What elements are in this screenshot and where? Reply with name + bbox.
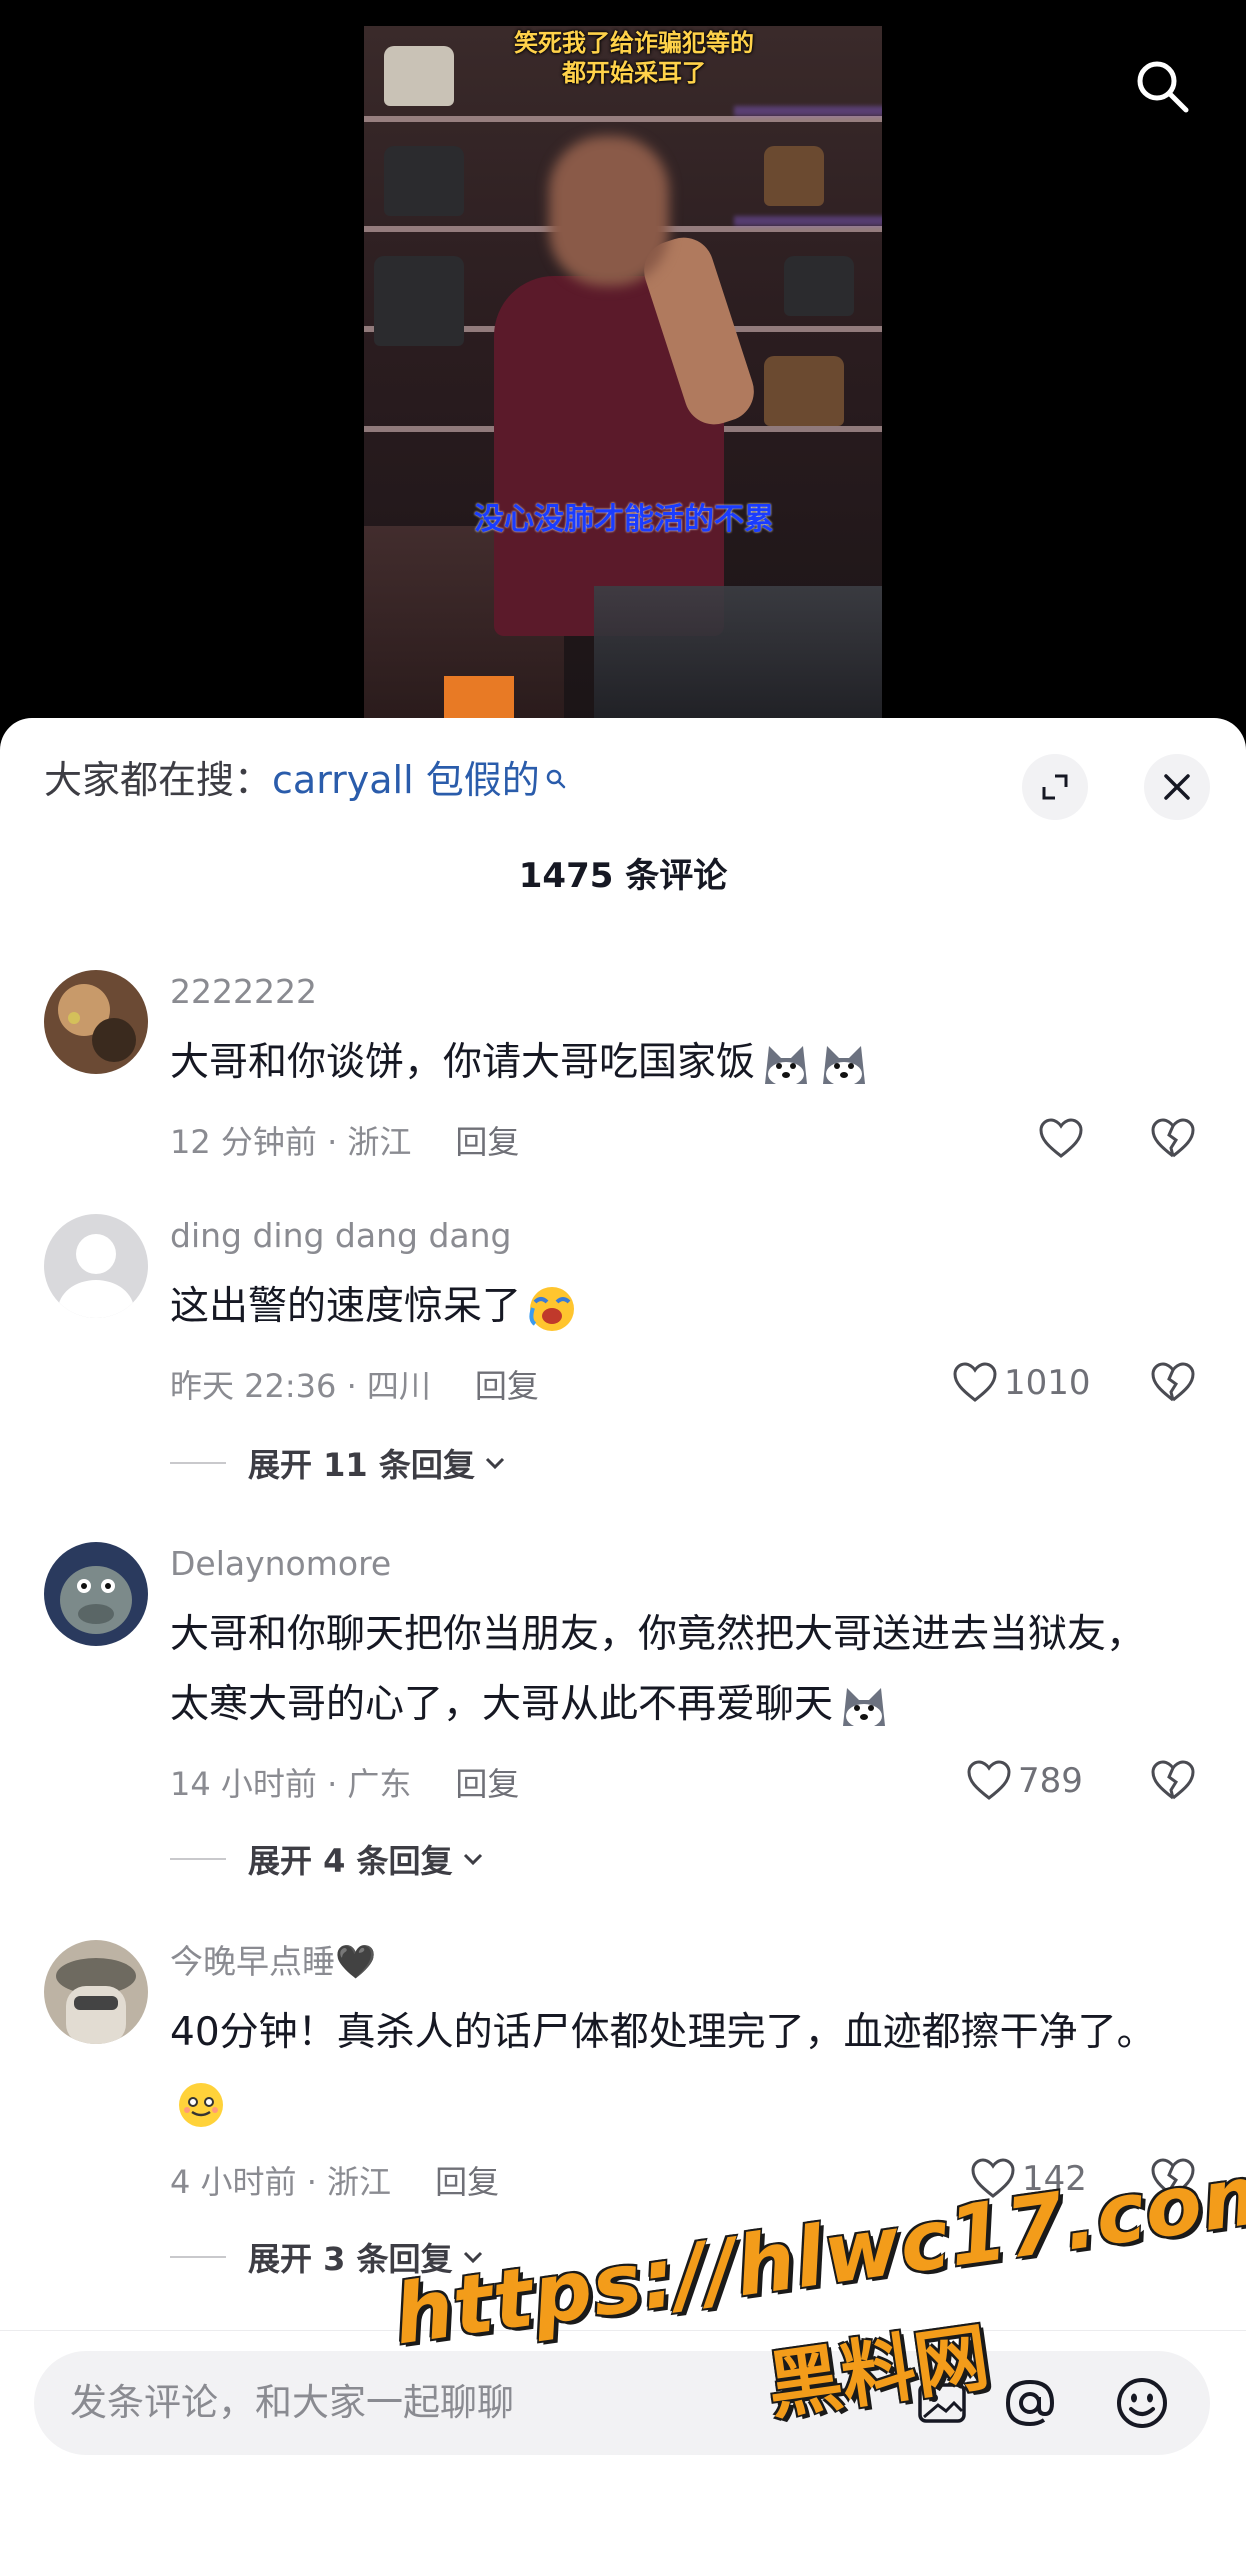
comment-username[interactable]: Delaynomore — [170, 1542, 391, 1586]
smile-emoji-icon — [174, 2080, 228, 2130]
comment-username[interactable]: 今晚早点睡🖤 — [170, 1940, 376, 1984]
broken-heart-icon — [1151, 1362, 1195, 1402]
video-subtitle: 没心没肺才能活的不累 — [474, 502, 774, 537]
emoji-icon[interactable] — [1112, 2373, 1172, 2433]
comment-sheet: 大家都在搜：carryall 包假的 1475 条评论 2222222 大哥和你… — [0, 718, 1246, 2560]
comment-text-content: 大哥和你谈饼，你请大哥吃国家饭 — [170, 1040, 756, 1085]
expand-replies-label: 展开 4 条回复 — [248, 1842, 453, 1880]
comment-count: 1475 条评论 — [518, 856, 728, 896]
comment-input-placeholder: 发条评论，和大家一起聊聊 — [70, 2381, 514, 2424]
bag — [384, 146, 464, 216]
video-frame[interactable]: 笑死我了给诈骗犯等的都开始采耳了 没心没肺才能活的不累 — [364, 26, 882, 746]
comment-item: Delaynomore 大哥和你聊天把你当朋友，你竟然把大哥送进去当狱友，太寒大… — [0, 1542, 1246, 1882]
divider — [170, 1462, 226, 1464]
comment-username[interactable]: ding ding dang dang — [170, 1214, 512, 1258]
avatar[interactable] — [44, 1542, 148, 1646]
chevron-down-icon — [485, 1457, 504, 1470]
comment-time: 4 小时前 · 浙江 — [170, 2163, 392, 2201]
reply-button[interactable]: 回复 — [435, 2163, 499, 2201]
reply-button[interactable]: 回复 — [455, 1123, 519, 1161]
reply-button[interactable]: 回复 — [455, 1765, 519, 1803]
comment-input-bar: 发条评论，和大家一起聊聊 — [0, 2330, 1246, 2561]
comment-input[interactable]: 发条评论，和大家一起聊聊 — [34, 2351, 1210, 2455]
comment-text-content: 这出警的速度惊呆了 — [170, 1284, 522, 1329]
avatar[interactable] — [44, 1214, 148, 1318]
comment-text: 这出警的速度惊呆了 — [170, 1272, 1170, 1342]
comment-time: 昨天 22:36 · 四川 — [170, 1367, 431, 1405]
expand-replies-label: 展开 3 条回复 — [248, 2240, 453, 2278]
shelf-light — [734, 106, 882, 116]
bag — [784, 256, 854, 316]
dislike-button[interactable] — [1150, 2158, 1196, 2204]
comment-text-content: 大哥和你聊天把你当朋友，你竟然把大哥送进去当狱友，太寒大哥的心了，大哥从此不再爱… — [170, 1612, 1146, 1727]
divider — [170, 2256, 226, 2258]
avatar[interactable] — [44, 1940, 148, 2044]
shelf-light — [734, 216, 882, 226]
husky-emoji-icon — [759, 1040, 813, 1090]
like-count: 1010 — [1004, 1363, 1091, 1403]
bag — [384, 46, 454, 106]
comment-text: 大哥和你谈饼，你请大哥吃国家饭 — [170, 1028, 1170, 1098]
dislike-button[interactable] — [1150, 1760, 1196, 1806]
heart-icon — [971, 2158, 1015, 2198]
comment-meta: 4 小时前 · 浙江 回复 — [170, 2160, 499, 2204]
dislike-button[interactable] — [1150, 1118, 1196, 1164]
comment-meta: 昨天 22:36 · 四川 回复 — [170, 1364, 539, 1408]
comment-time: 14 小时前 · 广东 — [170, 1765, 412, 1803]
expand-replies-button[interactable]: 展开 3 条回复 — [170, 2234, 487, 2280]
comment-time: 12 分钟前 · 浙江 — [170, 1123, 412, 1161]
shelf — [364, 116, 882, 122]
husky-emoji-icon — [837, 1682, 891, 1732]
search-icon — [544, 750, 568, 810]
like-count: 142 — [1022, 2159, 1087, 2199]
chevron-down-icon — [463, 1853, 482, 1866]
avatar[interactable] — [44, 970, 148, 1074]
comment-meta: 12 分钟前 · 浙江 回复 — [170, 1120, 519, 1164]
trending-search-prefix: 大家都在搜： — [44, 758, 273, 802]
close-icon[interactable] — [1144, 754, 1210, 820]
comment-text: 40分钟！真杀人的话尸体都处理完了，血迹都擦干净了。 — [170, 1998, 1170, 2138]
person-head-blurred — [549, 136, 669, 286]
heart-icon — [1039, 1118, 1083, 1158]
comment-item: 今晚早点睡🖤 40分钟！真杀人的话尸体都处理完了，血迹都擦干净了。 4 小时前 … — [0, 1940, 1246, 2280]
heart-icon — [967, 1760, 1011, 1800]
comment-text: 大哥和你聊天把你当朋友，你竟然把大哥送进去当狱友，太寒大哥的心了，大哥从此不再爱… — [170, 1600, 1170, 1740]
shocked-emoji-icon — [525, 1284, 579, 1334]
dislike-button[interactable] — [1150, 1362, 1196, 1408]
comment-item: 2222222 大哥和你谈饼，你请大哥吃国家饭 12 分钟前 · 浙江 回复 — [0, 970, 1246, 1170]
like-count: 789 — [1018, 1761, 1083, 1801]
bag — [764, 356, 844, 426]
video-player[interactable]: 笑死我了给诈骗犯等的都开始采耳了 没心没肺才能活的不累 — [0, 0, 1246, 760]
image-icon[interactable] — [912, 2373, 972, 2433]
broken-heart-icon — [1151, 1760, 1195, 1800]
expand-icon[interactable] — [1022, 754, 1088, 820]
comment-text-content: 40分钟！真杀人的话尸体都处理完了，血迹都擦干净了。 — [170, 2010, 1156, 2055]
at-mention-icon[interactable] — [1000, 2373, 1060, 2433]
heart-icon — [953, 1362, 997, 1402]
trending-search[interactable]: 大家都在搜：carryall 包假的 — [44, 750, 568, 810]
bag — [764, 146, 824, 206]
like-button[interactable]: 1010 — [952, 1362, 1091, 1404]
expand-replies-button[interactable]: 展开 4 条回复 — [170, 1836, 487, 1882]
comment-item: ding ding dang dang 这出警的速度惊呆了 昨天 22:36 ·… — [0, 1214, 1246, 1494]
trending-search-keyword[interactable]: carryall 包假的 — [272, 758, 540, 802]
broken-heart-icon — [1151, 2158, 1195, 2198]
broken-heart-icon — [1151, 1118, 1195, 1158]
chevron-down-icon — [463, 2251, 482, 2264]
comment-meta: 14 小时前 · 广东 回复 — [170, 1762, 519, 1806]
comment-username[interactable]: 2222222 — [170, 970, 317, 1014]
divider — [170, 1858, 226, 1860]
like-button[interactable] — [1038, 1118, 1090, 1160]
search-icon[interactable] — [1132, 56, 1192, 116]
husky-emoji-icon — [817, 1040, 871, 1090]
like-button[interactable]: 142 — [970, 2158, 1087, 2200]
expand-replies-button[interactable]: 展开 11 条回复 — [170, 1440, 509, 1486]
bag — [374, 256, 464, 346]
like-button[interactable]: 789 — [966, 1760, 1083, 1802]
reply-button[interactable]: 回复 — [475, 1367, 539, 1405]
video-caption: 笑死我了给诈骗犯等的都开始采耳了 — [514, 29, 754, 87]
expand-replies-label: 展开 11 条回复 — [248, 1446, 475, 1484]
